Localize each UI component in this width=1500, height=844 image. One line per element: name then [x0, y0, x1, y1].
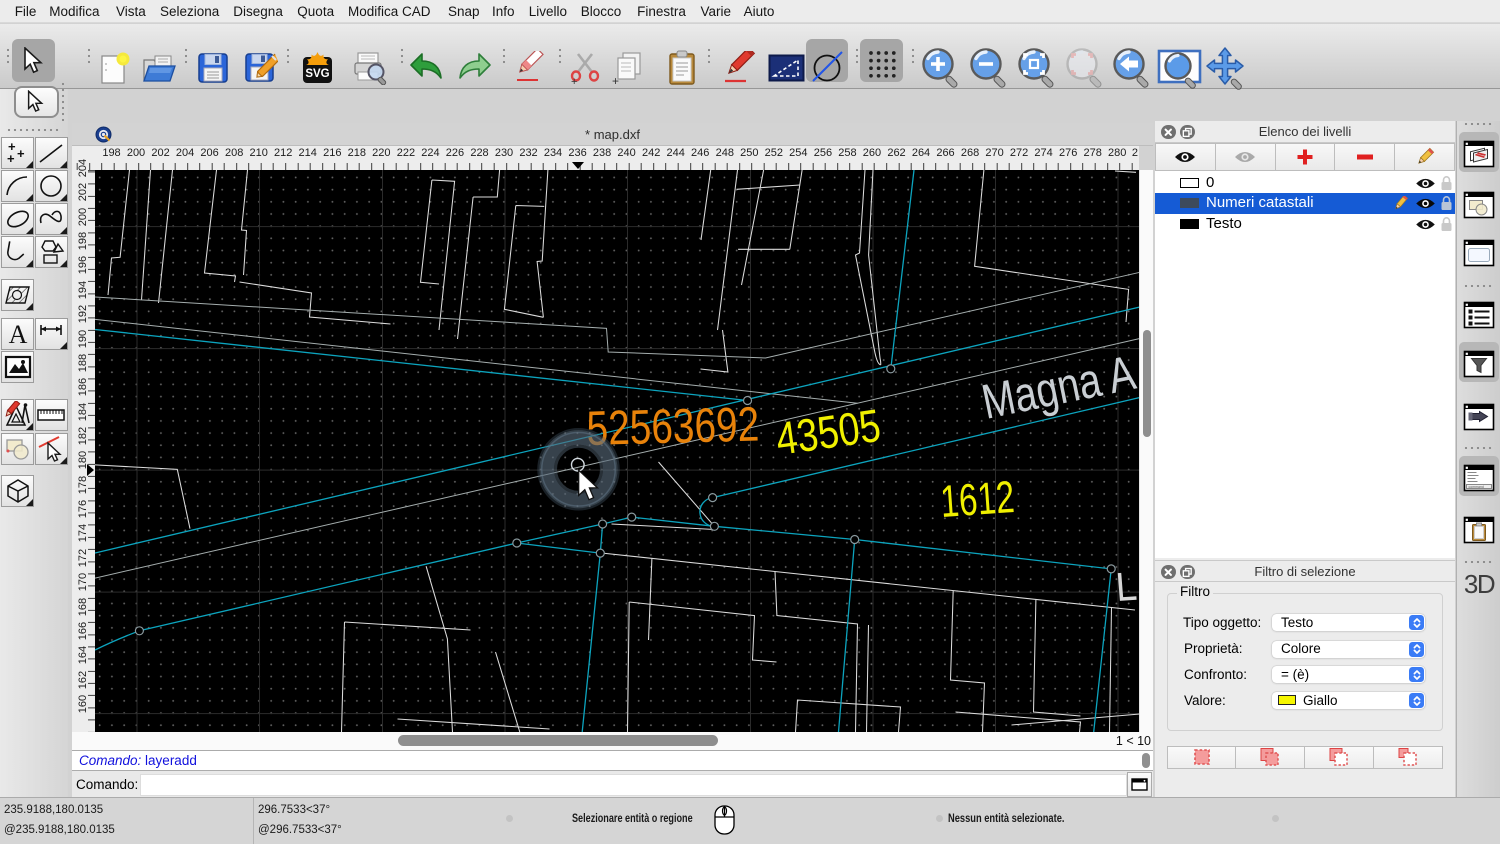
svg-text:+: +: [17, 146, 25, 161]
svg-text:A: A: [8, 320, 27, 348]
svg-text:+: +: [612, 74, 619, 86]
svg-text:SVG: SVG: [305, 68, 329, 80]
svg-text:Magna A: Magna A: [977, 346, 1140, 430]
svg-text:43505: 43505: [772, 399, 883, 464]
svg-text:+: +: [571, 76, 577, 86]
svg-text:+: +: [7, 151, 15, 166]
svg-text:command: command: [1469, 485, 1484, 489]
svg-text:1612: 1612: [938, 472, 1015, 527]
